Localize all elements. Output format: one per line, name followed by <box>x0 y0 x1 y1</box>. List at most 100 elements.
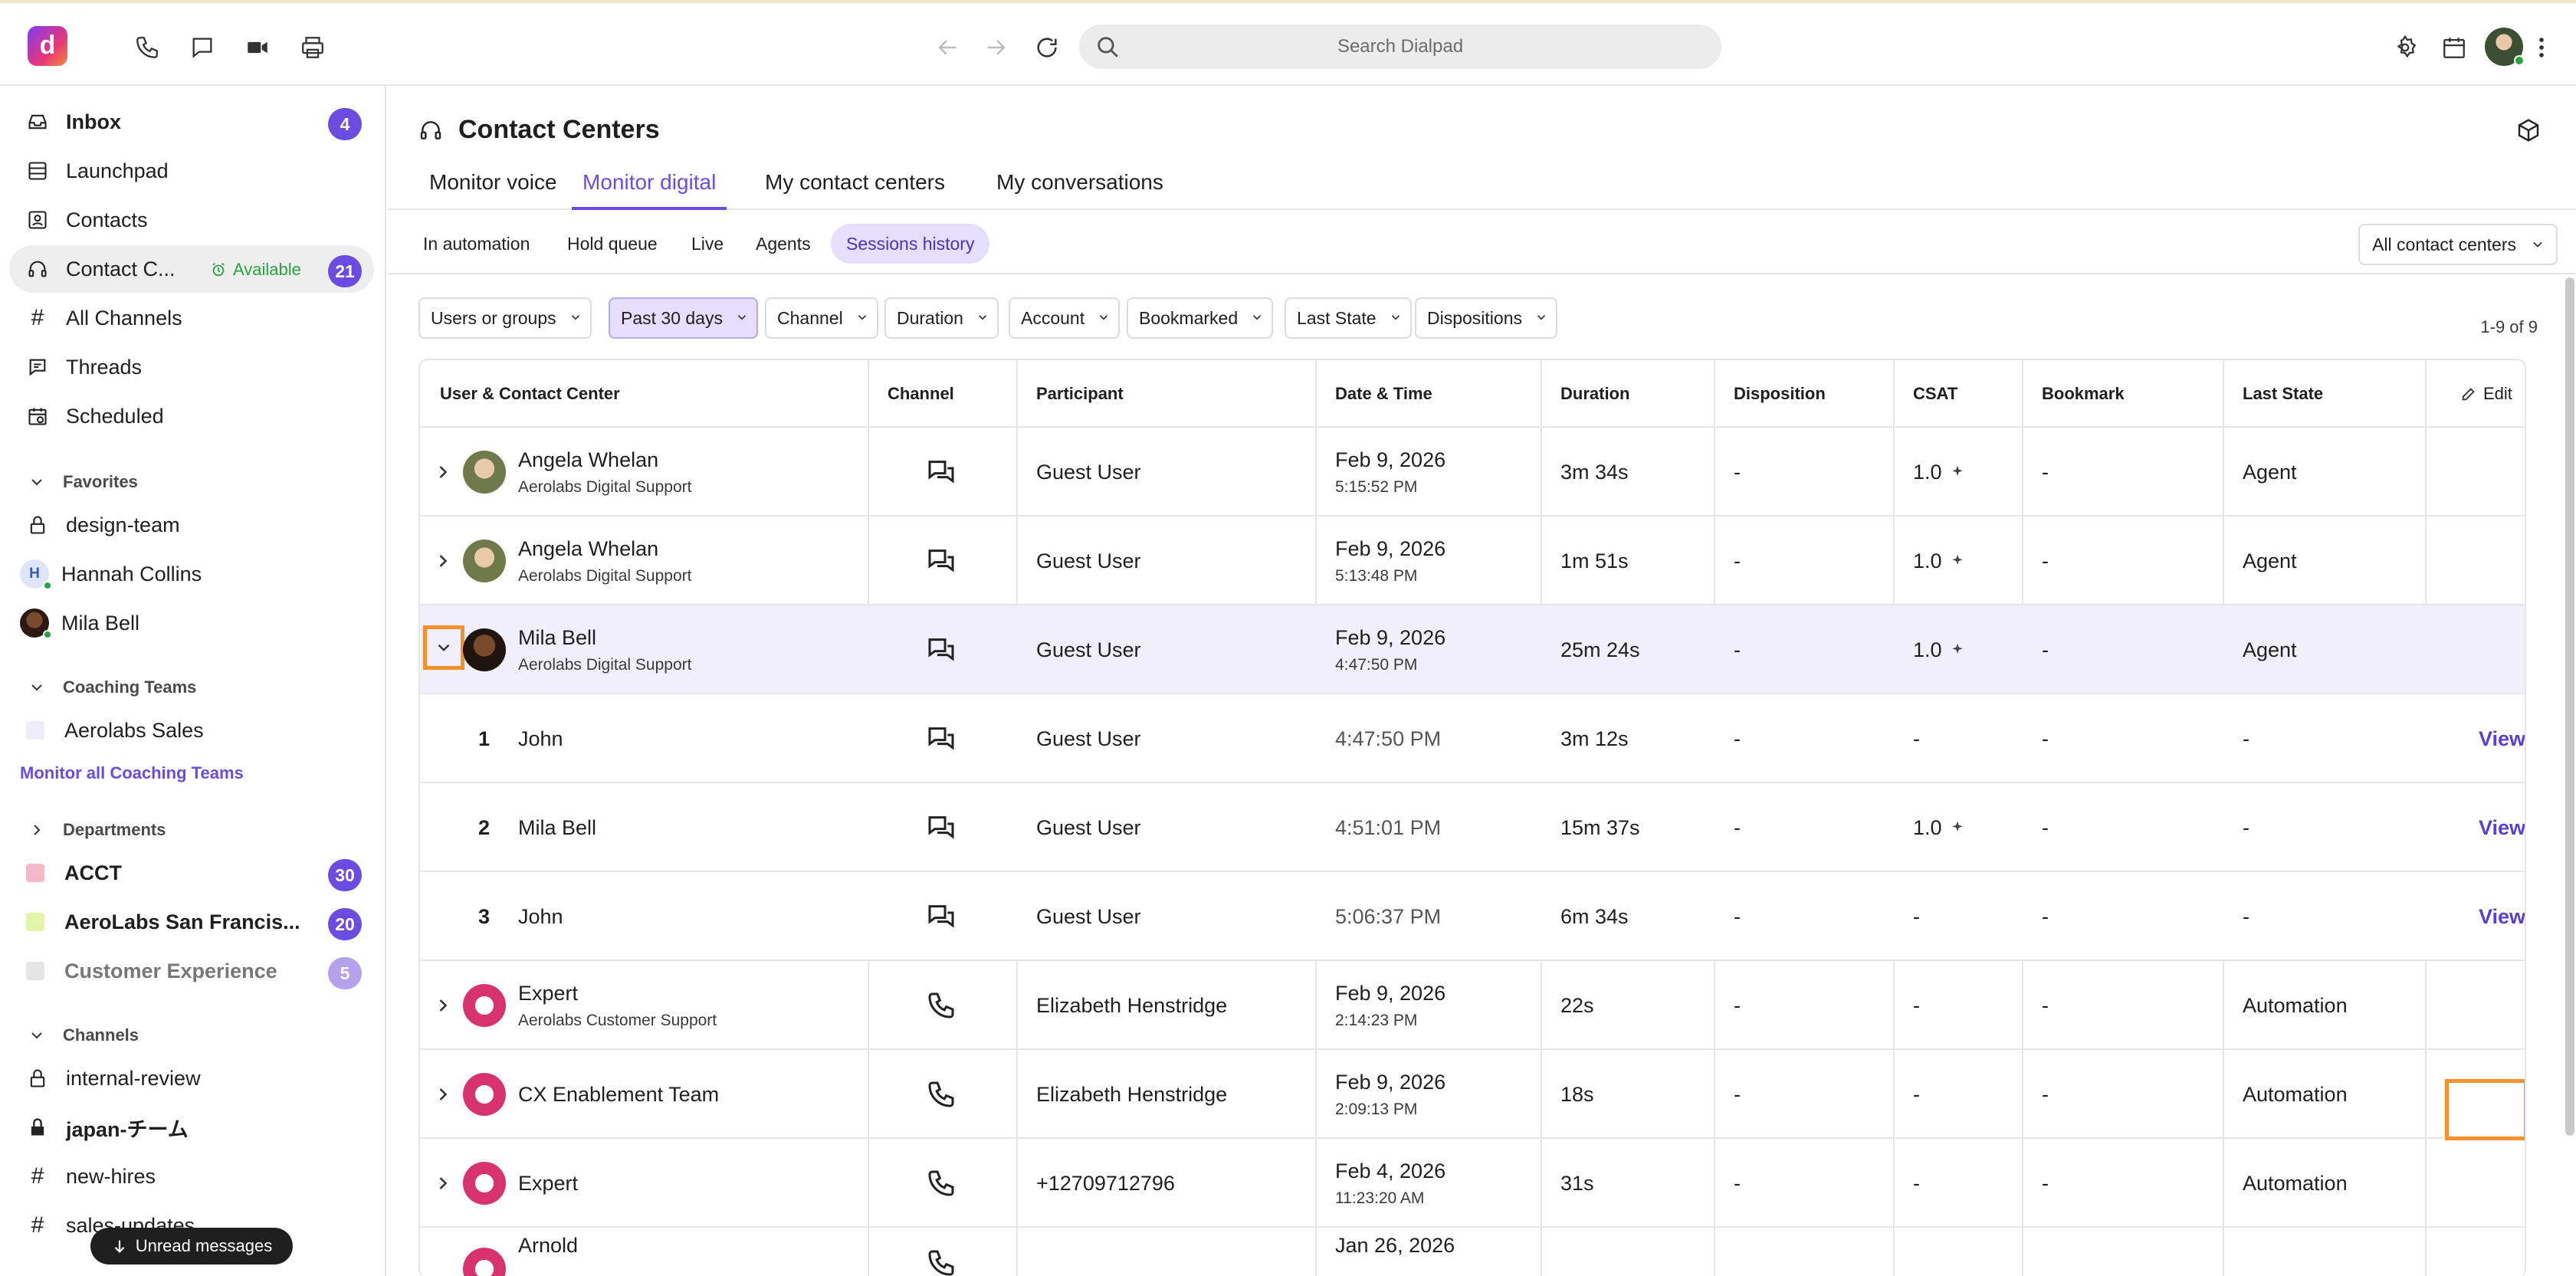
department-customer-experience[interactable]: Customer Experience 5 <box>9 947 374 995</box>
datetime-cell: Feb 9, 2026 5:15:52 PM <box>1335 448 1446 496</box>
sidebar-item-threads[interactable]: Threads <box>9 343 374 391</box>
subtab-agents[interactable]: Agents <box>740 224 826 264</box>
favorites-heading[interactable]: Favorites <box>28 472 138 492</box>
contact-center-select[interactable]: All contact centers <box>2358 224 2558 265</box>
column-header[interactable]: Participant <box>1016 360 1124 428</box>
edit-columns-button[interactable]: Edit <box>2440 360 2512 428</box>
more-icon[interactable] <box>2532 32 2551 63</box>
sidebar-item-label: internal-review <box>66 1066 201 1090</box>
column-header[interactable]: Disposition <box>1714 360 1826 428</box>
table-row[interactable]: Arnold Jan 26, 2026 <box>420 1228 2525 1276</box>
table-row[interactable]: Angela Whelan Aerolabs Digital Support Gu… <box>420 428 2525 517</box>
dialpad-logo[interactable]: d <box>28 26 67 66</box>
chevron-right-icon[interactable] <box>432 550 454 572</box>
coaching-teams-heading[interactable]: Coaching Teams <box>28 677 196 697</box>
datetime-cell: Feb 9, 2026 2:09:13 PM <box>1335 1070 1446 1118</box>
table-row[interactable]: CX Enablement Team Elizabeth Henstridge … <box>420 1050 2525 1139</box>
channels-heading[interactable]: Channels <box>28 1025 139 1045</box>
settings-icon[interactable] <box>2390 32 2420 63</box>
calendar-icon[interactable] <box>2439 32 2469 63</box>
chevron-right-icon[interactable] <box>432 1173 454 1194</box>
subtab-hold-queue[interactable]: Hold queue <box>552 224 673 264</box>
coaching-team-aerolabs-sales[interactable]: Aerolabs Sales <box>9 707 374 754</box>
filter-dispositions[interactable]: Dispositions <box>1415 297 1557 339</box>
table-row[interactable]: Angela Whelan Aerolabs Digital Support Gu… <box>420 517 2525 605</box>
favorite-design-team[interactable]: design-team <box>9 501 374 549</box>
filter-users-or-groups[interactable]: Users or groups <box>418 297 592 339</box>
view-button[interactable]: View <box>2459 783 2525 872</box>
tab-my-contact-centers[interactable]: My contact centers <box>754 170 956 210</box>
chat-icon[interactable] <box>187 32 218 63</box>
favorite-mila-bell[interactable]: Mila Bell <box>9 599 374 647</box>
tab-monitor-digital[interactable]: Monitor digital <box>572 170 727 210</box>
monitor-coaching-teams-link[interactable]: Monitor all Coaching Teams <box>20 763 244 783</box>
chevron-right-icon[interactable] <box>432 1084 454 1105</box>
headset-icon <box>420 120 441 139</box>
view-button[interactable]: View <box>2459 872 2525 961</box>
sidebar-item-scheduled[interactable]: Scheduled <box>9 392 374 440</box>
csat-cell: - <box>1913 727 1920 750</box>
favorite-hannah-collins[interactable]: H Hannah Collins <box>9 550 374 598</box>
channel-internal-review[interactable]: internal-review <box>9 1055 374 1102</box>
sidebar-item-inbox[interactable]: Inbox 4 <box>9 98 374 146</box>
sidebar-item-contacts[interactable]: Contacts <box>9 196 374 244</box>
column-header[interactable]: Bookmark <box>2022 360 2125 428</box>
sidebar-item-label: ACCT <box>64 861 122 884</box>
department-badge: 30 <box>328 859 362 891</box>
sidebar-item-all-channels[interactable]: # All Channels <box>9 294 374 342</box>
print-icon[interactable] <box>297 32 328 63</box>
table-row-expanded[interactable]: Mila Bell Aerolabs Digital Support Guest … <box>420 605 2525 694</box>
availability-status[interactable]: Available <box>210 260 301 280</box>
chevron-right-icon[interactable] <box>432 995 454 1016</box>
unread-messages-button[interactable]: Unread messages <box>90 1228 293 1265</box>
table-row[interactable]: Expert +12709712796 Feb 4, 2026 11:23:20 … <box>420 1139 2525 1228</box>
user-cell: Expert Aerolabs Customer Support <box>518 981 717 1029</box>
csat-cell: 1.0 <box>1893 428 1965 517</box>
search-placeholder: Search Dialpad <box>1337 36 1464 57</box>
last-state-cell: Agent <box>2243 638 2297 661</box>
refresh-icon[interactable] <box>1032 32 1062 63</box>
team-color-square <box>26 721 44 740</box>
column-header[interactable]: CSAT <box>1893 360 1957 428</box>
table-header: User & Contact Center Channel Participan… <box>420 360 2525 428</box>
subtab-sessions-history[interactable]: Sessions history <box>831 224 990 264</box>
department-aerolabs-sf[interactable]: AeroLabs San Francis... 20 <box>9 898 374 946</box>
back-icon[interactable] <box>932 32 963 63</box>
search-input[interactable]: Search Dialpad <box>1079 25 1721 69</box>
column-header[interactable]: Last State <box>2223 360 2323 428</box>
sidebar-item-launchpad[interactable]: Launchpad <box>9 147 374 195</box>
column-header[interactable]: Duration <box>1541 360 1629 428</box>
channel-new-hires[interactable]: # new-hires <box>9 1153 374 1200</box>
tab-monitor-voice[interactable]: Monitor voice <box>418 170 568 210</box>
filter-date-range[interactable]: Past 30 days <box>609 297 758 339</box>
cube-icon[interactable] <box>2516 118 2541 143</box>
phone-icon[interactable] <box>132 32 162 63</box>
filter-account[interactable]: Account <box>1009 297 1121 339</box>
filter-channel[interactable]: Channel <box>765 297 878 339</box>
chevron-down-icon <box>31 479 42 486</box>
departments-heading[interactable]: Departments <box>28 820 166 840</box>
segment-number: 1 <box>478 727 491 750</box>
contacts-icon <box>26 208 49 231</box>
column-header[interactable]: User & Contact Center <box>420 360 620 428</box>
column-header[interactable]: Channel <box>868 360 954 428</box>
tab-my-conversations[interactable]: My conversations <box>986 170 1174 210</box>
subtab-in-automation[interactable]: In automation <box>408 224 545 264</box>
channel-japan-team[interactable]: japan-チーム <box>9 1104 374 1151</box>
filter-bookmarked[interactable]: Bookmarked <box>1127 297 1274 339</box>
sparkle-icon <box>1951 554 1963 565</box>
subtab-live[interactable]: Live <box>676 224 739 264</box>
sidebar-item-contact-centers[interactable]: Contact C... Available 21 <box>9 245 374 293</box>
collapse-row-button[interactable] <box>423 625 464 670</box>
scrollbar[interactable] <box>2565 277 2574 1136</box>
forward-icon[interactable] <box>981 32 1012 63</box>
filter-duration[interactable]: Duration <box>884 297 999 339</box>
view-button[interactable]: View <box>2459 694 2525 783</box>
department-acct[interactable]: ACCT 30 <box>9 849 374 897</box>
disposition-cell: - <box>1734 904 1741 928</box>
video-icon[interactable] <box>242 32 273 63</box>
column-header[interactable]: Date & Time <box>1315 360 1432 428</box>
table-row[interactable]: Expert Aerolabs Customer Support Elizabet… <box>420 961 2525 1050</box>
chevron-right-icon[interactable] <box>432 461 454 483</box>
filter-last-state[interactable]: Last State <box>1285 297 1412 339</box>
